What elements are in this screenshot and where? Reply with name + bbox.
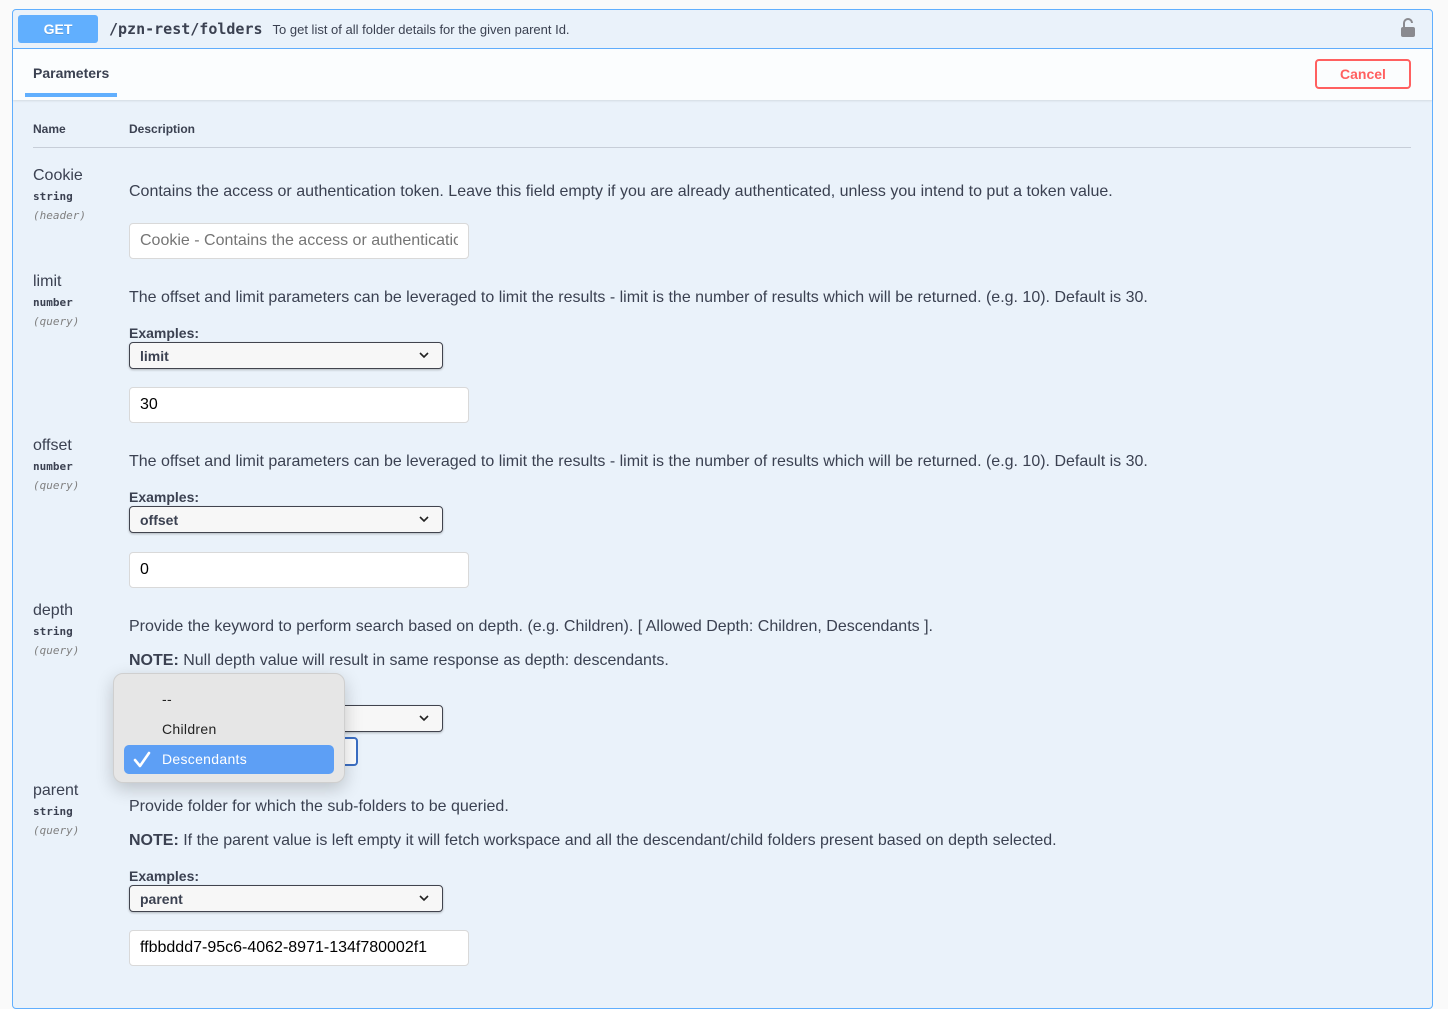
examples-label: Examples: xyxy=(129,489,200,505)
examples-label: Examples: xyxy=(129,325,200,341)
limit-input[interactable] xyxy=(129,387,469,423)
chevron-down-icon xyxy=(419,516,429,523)
param-description: The offset and limit parameters can be l… xyxy=(129,289,1148,306)
param-name: limit xyxy=(33,273,62,290)
offset-input[interactable] xyxy=(129,552,469,588)
note-text: Null depth value will result in same res… xyxy=(178,652,669,669)
chevron-down-icon xyxy=(419,895,429,902)
param-location: (query) xyxy=(33,479,80,492)
param-location: (query) xyxy=(33,315,80,328)
checkmark-icon xyxy=(133,751,151,768)
param-type: string xyxy=(33,805,73,818)
param-type: string xyxy=(33,625,73,638)
operation-summary[interactable]: GET /pzn-rest/folders To get list of all… xyxy=(13,10,1432,49)
tab-parameters[interactable]: Parameters xyxy=(33,65,109,81)
param-name: offset xyxy=(33,437,72,454)
limit-examples-select[interactable]: limit xyxy=(129,342,443,369)
tab-bar: Parameters Cancel xyxy=(13,49,1432,100)
dropdown-option[interactable]: Children xyxy=(124,715,334,744)
parent-input[interactable] xyxy=(129,930,469,966)
param-note: NOTE: Null depth value will result in sa… xyxy=(129,652,669,670)
examples-label: Examples: xyxy=(129,868,200,884)
parameters-table-header: Name Description xyxy=(33,120,1411,148)
param-description: Contains the access or authentication to… xyxy=(129,183,1113,200)
note-text: If the parent value is left empty it wil… xyxy=(178,832,1057,849)
param-description: Provide folder for which the sub-folders… xyxy=(129,798,509,815)
param-name: Cookie xyxy=(33,167,83,184)
select-value: parent xyxy=(140,891,183,907)
parent-examples-select[interactable]: parent xyxy=(129,885,443,912)
param-name: parent xyxy=(33,782,79,799)
select-value: limit xyxy=(140,348,169,364)
param-description: The offset and limit parameters can be l… xyxy=(129,453,1148,470)
chevron-down-icon xyxy=(419,715,429,722)
option-label: Descendants xyxy=(162,751,248,767)
param-type: number xyxy=(33,460,73,473)
active-tab-indicator xyxy=(25,93,117,97)
param-name: depth xyxy=(33,602,74,619)
cancel-button[interactable]: Cancel xyxy=(1315,59,1411,89)
param-location: (query) xyxy=(33,644,80,657)
column-name: Name xyxy=(33,122,66,136)
param-type: string xyxy=(33,190,73,203)
unlocked-padlock-icon[interactable] xyxy=(1400,18,1416,38)
param-note: NOTE: If the parent value is left empty … xyxy=(129,832,1057,850)
endpoint-summary: To get list of all folder details for th… xyxy=(272,21,570,37)
http-method-badge: GET xyxy=(18,15,98,43)
param-type: number xyxy=(33,296,73,309)
select-value: offset xyxy=(140,512,179,528)
note-label: NOTE: xyxy=(129,652,179,669)
param-location: (query) xyxy=(33,824,80,837)
chevron-down-icon xyxy=(419,352,429,359)
param-description: Provide the keyword to perform search ba… xyxy=(129,618,933,635)
endpoint-path: /pzn-rest/folders xyxy=(109,20,263,38)
offset-examples-select[interactable]: offset xyxy=(129,506,443,533)
depth-dropdown-menu: -- Children Descendants xyxy=(113,673,345,783)
note-label: NOTE: xyxy=(129,832,179,849)
dropdown-option[interactable]: -- xyxy=(124,685,334,714)
cookie-input[interactable] xyxy=(129,223,469,259)
column-description: Description xyxy=(129,122,196,136)
dropdown-option-selected[interactable]: Descendants xyxy=(124,745,334,774)
param-location: (header) xyxy=(33,209,86,222)
